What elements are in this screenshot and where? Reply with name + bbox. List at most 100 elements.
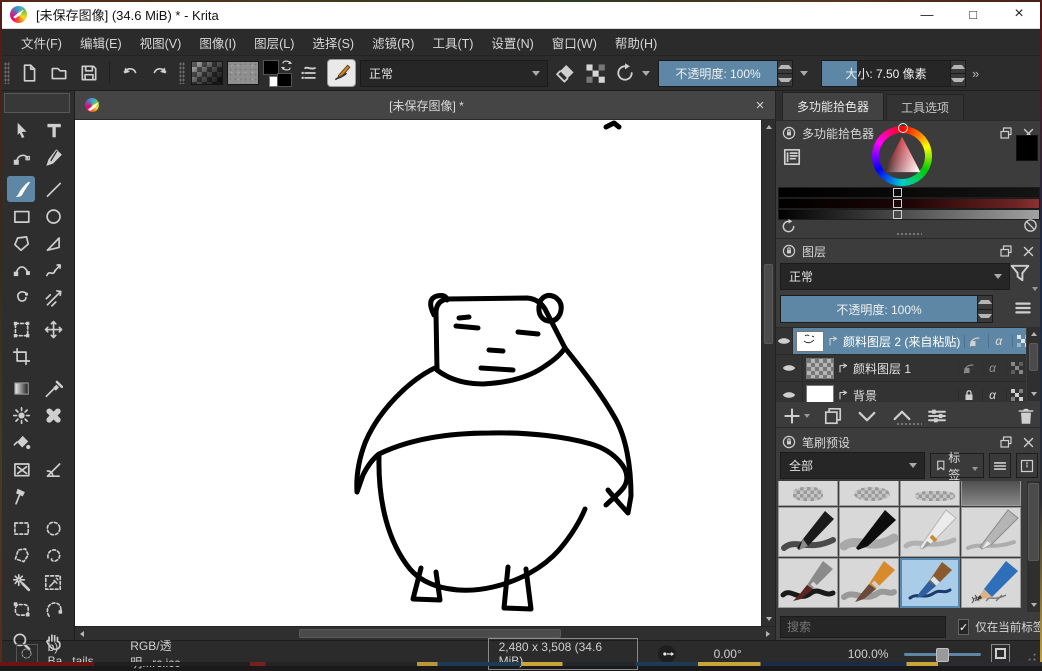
opacity-slider[interactable]: 不透明度: 100% — [658, 60, 778, 87]
brush-preset-tile[interactable] — [900, 507, 960, 557]
save-button[interactable] — [76, 60, 102, 86]
preset-display-button[interactable] — [1016, 453, 1038, 478]
layer-properties-icon[interactable] — [1012, 335, 1026, 347]
scroll-down-icon[interactable] — [762, 612, 775, 626]
maximize-button[interactable]: □ — [950, 0, 996, 28]
tool-rectangle[interactable] — [7, 203, 35, 229]
scroll-down-icon[interactable] — [1027, 598, 1040, 612]
layer-list-scrollbar[interactable] — [1027, 327, 1040, 401]
menu-view[interactable]: 视图(V) — [131, 33, 191, 52]
alpha-lock-icon[interactable]: α — [982, 388, 1002, 402]
layer-row[interactable]: 颜料图层 2 (来自粘贴) α — [776, 328, 1026, 355]
tool-polygon[interactable] — [7, 230, 35, 256]
tool-line[interactable] — [39, 176, 67, 202]
tool-crop[interactable] — [7, 343, 35, 369]
move-layer-down-button[interactable] — [856, 405, 878, 427]
layer-scroll-thumb[interactable] — [1029, 343, 1038, 371]
tab-tool-options[interactable]: 工具选项 — [886, 94, 964, 120]
tool-fill[interactable] — [7, 429, 35, 455]
zoom-slider[interactable] — [904, 647, 980, 661]
tool-enclose-fill[interactable] — [7, 456, 35, 482]
toolbar-grip[interactable] — [4, 62, 10, 84]
brush-preset-tile-selected[interactable] — [900, 558, 960, 608]
visibility-eye-icon[interactable] — [776, 382, 803, 402]
tool-magnetic-selection[interactable] — [39, 596, 67, 622]
swap-colors-icon[interactable] — [280, 59, 293, 72]
reload-preset-button[interactable] — [612, 60, 638, 86]
zoom-slider-handle[interactable] — [936, 648, 949, 662]
edit-brush-settings-button[interactable] — [327, 59, 356, 87]
sync-colors-icon[interactable] — [780, 218, 797, 235]
layer-filter-button[interactable] — [1008, 261, 1034, 289]
tool-color-sampler[interactable] — [39, 375, 67, 401]
layer-blending-mode-select[interactable]: 正常 — [780, 263, 1010, 290]
selection-display-mode-button[interactable] — [16, 644, 38, 664]
layer-thumbnail[interactable] — [796, 331, 824, 352]
color-selector-settings-button[interactable] — [782, 147, 802, 167]
redo-button[interactable] — [147, 60, 173, 86]
tool-measure[interactable] — [39, 456, 67, 482]
strip-marker[interactable] — [893, 188, 902, 197]
docker-lock-icon[interactable] — [782, 435, 796, 449]
float-docker-icon[interactable] — [998, 434, 1014, 450]
tool-gradient[interactable] — [7, 375, 35, 401]
tool-transform[interactable] — [7, 316, 35, 342]
scroll-down-icon[interactable] — [1027, 387, 1040, 401]
menu-file[interactable]: 文件(F) — [12, 33, 71, 52]
layer-thumbnail[interactable] — [806, 358, 834, 379]
duplicate-layer-button[interactable] — [823, 406, 843, 426]
toolbox-handle[interactable] — [4, 93, 70, 113]
layer-lock-icon[interactable] — [958, 389, 978, 401]
menu-edit[interactable]: 编辑(E) — [71, 33, 131, 52]
tool-reference-images[interactable] — [7, 483, 35, 509]
tool-freehand-path[interactable] — [39, 257, 67, 283]
opacity-spinner[interactable] — [778, 60, 793, 87]
brush-preset-tile[interactable] — [961, 558, 1021, 608]
layer-thumbnail[interactable] — [806, 385, 834, 403]
brush-option-list-button[interactable] — [297, 60, 323, 86]
tool-bezier-curve[interactable] — [7, 257, 35, 283]
pattern-swatch[interactable] — [227, 61, 259, 85]
tool-select-shapes[interactable] — [7, 117, 35, 143]
tool-polygonal-selection[interactable] — [7, 542, 35, 568]
menu-select[interactable]: 选择(S) — [303, 33, 363, 52]
tool-edit-shapes[interactable] — [7, 144, 35, 170]
layer-row[interactable]: 背景 α — [776, 382, 1026, 402]
visibility-eye-icon[interactable] — [776, 328, 793, 354]
tool-dynamic-brush[interactable] — [7, 284, 35, 310]
menu-image[interactable]: 图像(I) — [190, 33, 245, 52]
menu-settings[interactable]: 设置(N) — [482, 33, 542, 52]
no-entry-icon[interactable] — [1023, 218, 1038, 233]
toolbar-overflow-chevron[interactable]: » — [972, 66, 979, 81]
delete-layer-button[interactable] — [1016, 406, 1036, 426]
inherit-alpha-icon[interactable] — [964, 335, 984, 348]
layer-opacity-slider[interactable]: 不透明度: 100% — [780, 295, 978, 323]
layer-properties-icon[interactable] — [1006, 389, 1026, 401]
brush-preset-tile[interactable] — [961, 481, 1021, 506]
tool-smart-patch[interactable] — [39, 402, 67, 428]
brush-preset-tile[interactable] — [900, 481, 960, 506]
menu-window[interactable]: 窗口(W) — [543, 33, 606, 52]
tool-calligraphy[interactable] — [39, 144, 67, 170]
tool-multibrush[interactable] — [39, 284, 67, 310]
layer-options-menu-button[interactable] — [1012, 297, 1034, 319]
fit-canvas-button[interactable] — [991, 644, 1011, 664]
layer-properties-button[interactable] — [926, 405, 948, 427]
tool-ellipse[interactable] — [39, 203, 67, 229]
brush-preset-tile[interactable] — [839, 481, 899, 506]
tool-polyline[interactable] — [39, 230, 67, 256]
zoom-level-label[interactable]: 100.0% — [848, 647, 889, 661]
canvas-horizontal-scrollbar[interactable] — [75, 626, 775, 640]
open-document-button[interactable] — [46, 60, 72, 86]
scroll-left-icon[interactable] — [75, 627, 89, 641]
tags-button[interactable]: 标签 — [930, 453, 985, 478]
layer-properties-icon[interactable] — [1006, 362, 1026, 374]
presets-menu-button[interactable] — [989, 453, 1011, 478]
size-spinner[interactable] — [951, 60, 966, 87]
rotation-angle-label[interactable]: 0.00° — [714, 647, 742, 661]
tool-color-selection[interactable] — [39, 569, 67, 595]
document-close-icon[interactable]: × — [745, 97, 775, 114]
float-docker-icon[interactable] — [998, 125, 1014, 141]
color-wheel[interactable] — [872, 126, 932, 186]
tool-freehand-selection[interactable] — [39, 542, 67, 568]
